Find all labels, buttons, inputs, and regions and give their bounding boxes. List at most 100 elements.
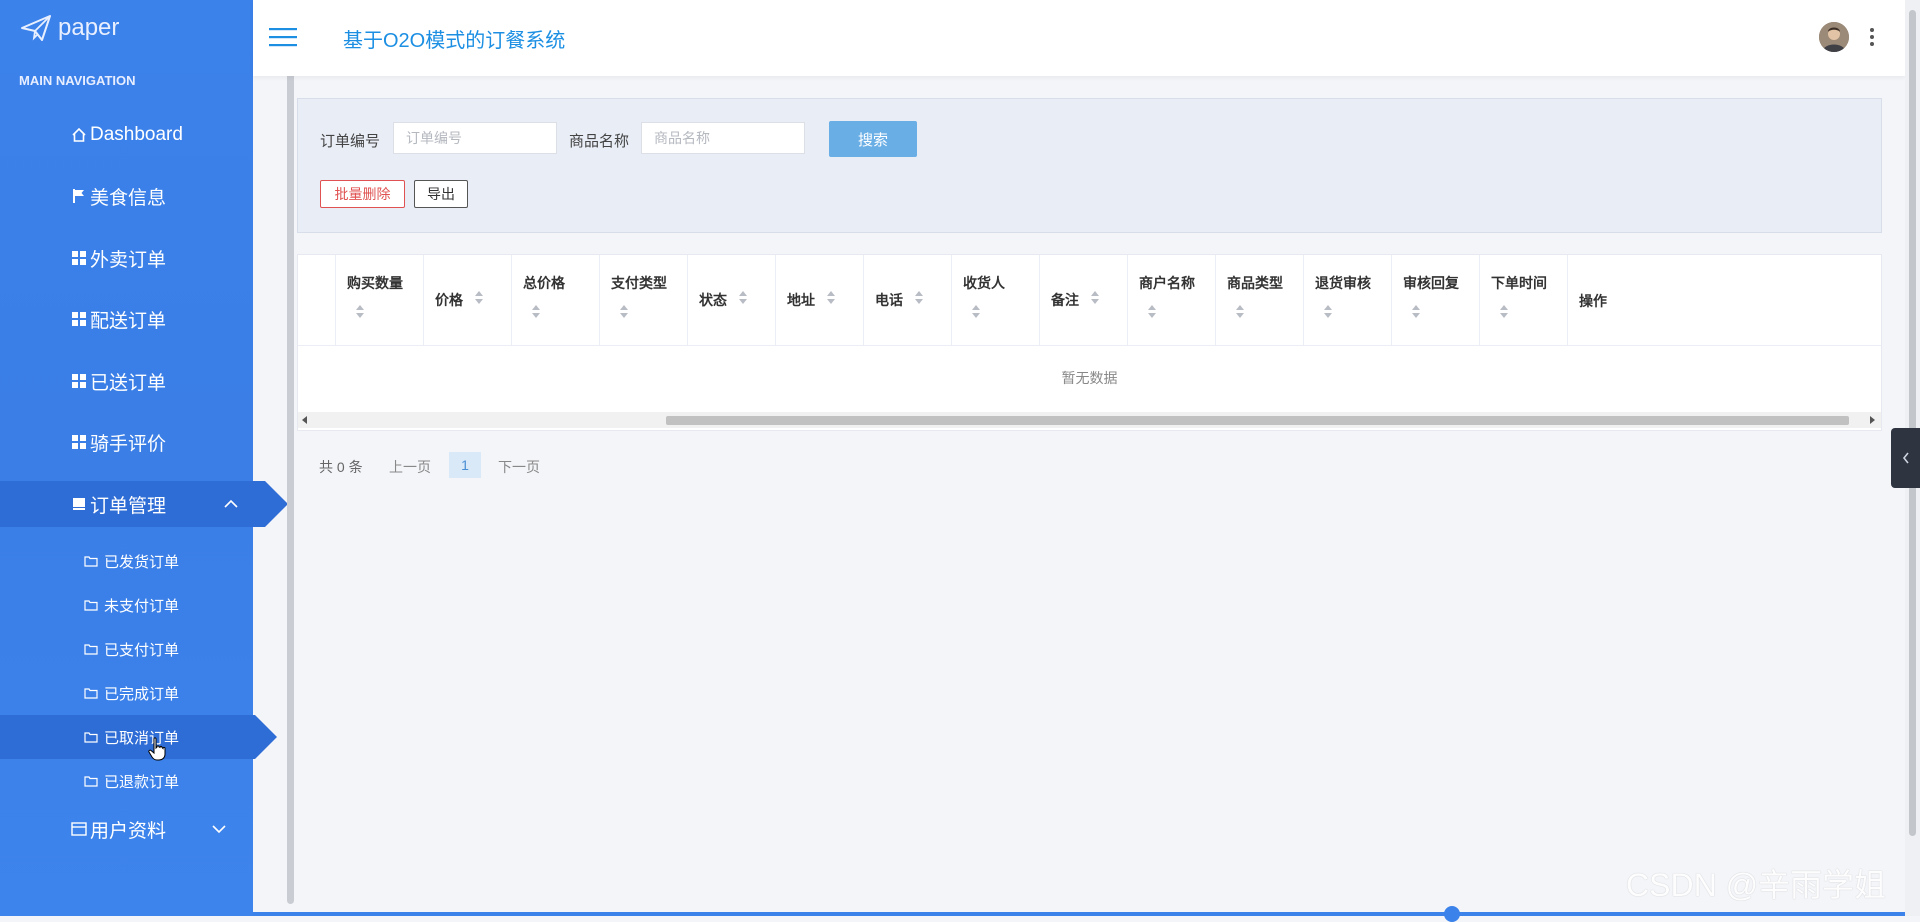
column-header[interactable]: 收货人 [952,255,1040,345]
sort-icon[interactable] [1147,305,1157,319]
sort-icon[interactable] [738,291,748,305]
folder-icon [84,688,98,699]
column-header[interactable]: 下单时间 [1480,255,1568,345]
sort-icon[interactable] [619,305,629,319]
chevron-down-icon [212,825,226,834]
page-title: 基于O2O模式的订餐系统 [343,30,566,52]
sidebar-item-label: 美食信息 [90,187,167,209]
column-header[interactable]: 购买数量 [336,255,424,345]
orders-table: 购买数量 价格 总价格 支付类型 状态 地址 电话 收货人 备注 商户名称 商品… [297,254,1882,431]
id-card-icon [70,820,88,838]
submenu-item-unpaid[interactable]: 未支付订单 [0,583,253,627]
inbox-icon [70,495,88,513]
sort-icon[interactable] [474,291,484,305]
sidebar-item-food-info[interactable]: 美食信息 [0,173,253,219]
chevron-up-icon [224,499,238,508]
product-name-label: 商品名称 [569,133,630,150]
sort-icon[interactable] [355,305,365,319]
chevron-left-icon [1902,452,1909,464]
submenu-item-cancelled[interactable]: 已取消订单 [0,715,277,761]
grid-icon [70,249,88,267]
product-name-input[interactable]: 商品名称 [641,122,805,154]
column-header[interactable]: 电话 [864,255,952,345]
logo[interactable]: paper [20,14,119,42]
hand-cursor-icon [148,737,166,761]
table-header: 购买数量 价格 总价格 支付类型 状态 地址 电话 收货人 备注 商户名称 商品… [298,255,1881,346]
sidebar-item-delivery-orders[interactable]: 配送订单 [0,296,253,342]
sidebar-item-delivered-orders[interactable]: 已送订单 [0,358,253,404]
paper-plane-icon [21,15,51,41]
watermark: CSDN @辛雨学姐 [1626,867,1887,903]
sort-icon[interactable] [1499,305,1509,319]
side-panel-toggle[interactable] [1891,428,1920,488]
sidebar-item-label: Dashboard [90,124,183,145]
column-header[interactable]: 总价格 [512,255,600,345]
pagination-prev[interactable]: 上一页 [389,454,431,480]
avatar[interactable] [1819,22,1849,52]
sort-icon[interactable] [1411,305,1421,319]
sort-icon[interactable] [826,291,836,305]
sidebar-item-dashboard[interactable]: Dashboard [0,112,253,158]
column-header[interactable]: 支付类型 [600,255,688,345]
flag-icon [70,187,88,205]
empty-state: 暂无数据 [1061,370,1118,386]
grid-icon [70,433,88,451]
sidebar-item-takeout-orders[interactable]: 外卖订单 [0,235,253,281]
sidebar-item-label: 已送订单 [90,372,167,394]
batch-delete-button[interactable]: 批量删除 [320,180,405,208]
export-button[interactable]: 导出 [414,180,468,208]
column-header[interactable]: 价格 [424,255,512,345]
sidebar-item-user-profile[interactable]: 用户资料 [0,806,253,852]
folder-icon [84,600,98,611]
bottom-progress-bar [253,912,1905,916]
submenu-item-paid[interactable]: 已支付订单 [0,627,253,671]
column-header[interactable]: 退货审核 [1304,255,1392,345]
logo-text: paper [58,14,120,41]
scrollbar-thumb[interactable] [666,416,1849,425]
sidebar-item-label: 外卖订单 [90,249,167,271]
sidebar-item-label: 配送订单 [90,310,167,332]
scroll-right-icon[interactable] [1870,416,1875,424]
column-header: 操作 [1579,293,1607,309]
folder-icon [84,644,98,655]
submenu-item-label: 已取消订单 [104,729,180,747]
column-header[interactable]: 审核回复 [1392,255,1480,345]
column-header[interactable]: 地址 [776,255,864,345]
pagination-total: 共 0 条 [319,459,363,475]
folder-icon [84,556,98,567]
submenu-item-completed[interactable]: 已完成订单 [0,671,253,715]
sidebar-scrollbar[interactable] [287,38,294,904]
home-icon [70,126,88,144]
scroll-left-icon[interactable] [302,416,307,424]
grid-icon [70,310,88,328]
sidebar: paper MAIN NAVIGATION Dashboard 美食信息 外卖订… [0,0,288,916]
sort-icon[interactable] [1090,291,1100,305]
bottom-progress-handle[interactable] [1444,906,1460,922]
column-header[interactable]: 备注 [1040,255,1128,345]
sort-icon[interactable] [914,291,924,305]
submenu-item-label: 未支付订单 [104,597,180,615]
search-button[interactable]: 搜索 [829,121,917,157]
submenu-item-shipped[interactable]: 已发货订单 [0,539,253,583]
submenu-item-label: 已退款订单 [104,773,180,791]
column-header[interactable]: 商品类型 [1216,255,1304,345]
order-no-input[interactable]: 订单编号 [393,122,557,154]
folder-icon [84,776,98,787]
sort-icon[interactable] [971,305,981,319]
hamburger-menu-icon[interactable] [269,26,297,48]
sort-icon[interactable] [531,305,541,319]
more-vertical-icon[interactable] [1869,27,1875,47]
table-horizontal-scrollbar[interactable] [298,412,1881,428]
sort-icon[interactable] [1323,305,1333,319]
sidebar-item-rider-reviews[interactable]: 骑手评价 [0,419,253,465]
nav-heading: MAIN NAVIGATION [19,73,136,88]
column-header[interactable]: 状态 [688,255,776,345]
selection-column-header[interactable] [298,255,336,345]
sidebar-item-order-management[interactable]: 订单管理 [0,481,288,527]
sort-icon[interactable] [1235,305,1245,319]
pagination-current-page[interactable]: 1 [449,452,481,478]
submenu-item-refunded[interactable]: 已退款订单 [0,759,253,803]
pagination-next[interactable]: 下一页 [498,454,540,480]
column-header[interactable]: 商户名称 [1128,255,1216,345]
sidebar-item-label: 用户资料 [90,820,167,842]
